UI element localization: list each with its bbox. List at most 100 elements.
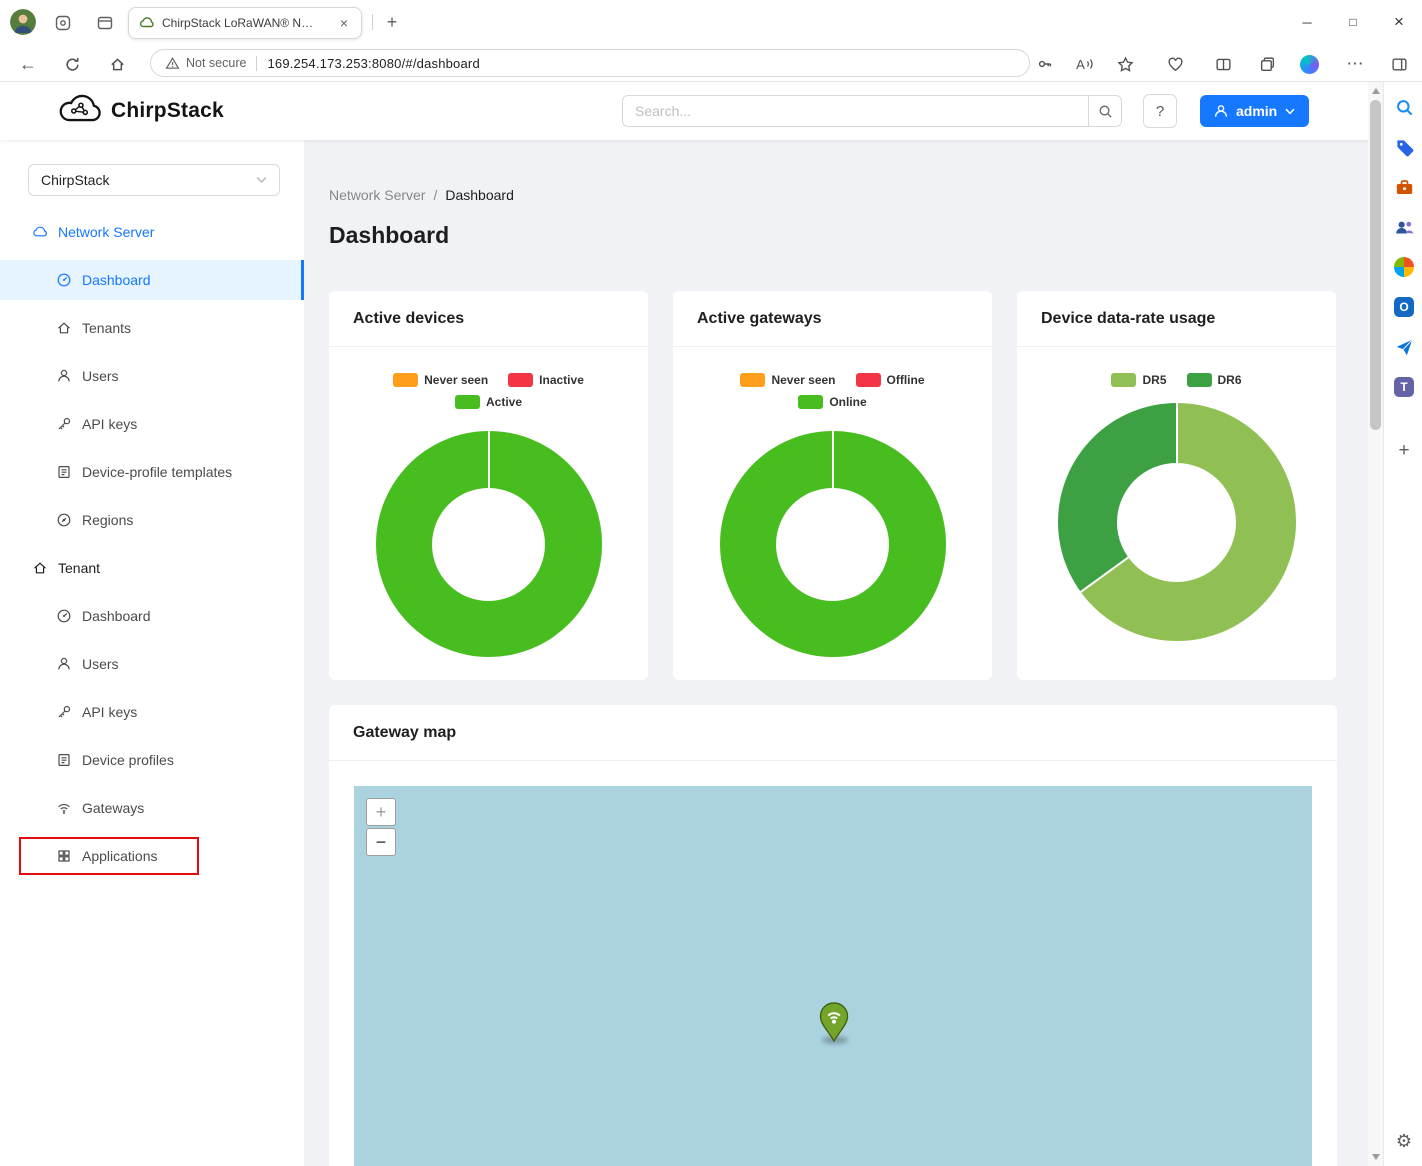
- sidebar-item-device-profiles[interactable]: Device profiles: [0, 740, 304, 780]
- dashboard-icon: [56, 272, 72, 288]
- sidebar-item-label: Device-profile templates: [82, 464, 232, 480]
- close-button[interactable]: ×: [1376, 0, 1422, 44]
- legend-item-online[interactable]: Online: [798, 395, 866, 409]
- scroll-down-arrow[interactable]: [1372, 1154, 1380, 1160]
- sidebar-item-ns-users[interactable]: Users: [0, 356, 304, 396]
- sidebar-item-gateways[interactable]: Gateways: [0, 788, 304, 828]
- sidebar-item-ns-dashboard[interactable]: Dashboard: [0, 260, 304, 300]
- add-app-icon[interactable]: +: [1393, 440, 1415, 462]
- active-devices-card: Active devices Never seen Inactive: [329, 291, 648, 680]
- compass-icon: [56, 512, 72, 528]
- sidebar-group-tenant[interactable]: Tenant: [0, 548, 304, 588]
- sidebar-item-label: Regions: [82, 512, 133, 528]
- legend-item-dr5[interactable]: DR5: [1111, 373, 1166, 387]
- address-divider: [256, 56, 257, 71]
- sidebar-item-label: Users: [82, 656, 119, 672]
- browser-essentials-icon[interactable]: [1162, 51, 1188, 77]
- breadcrumb-separator: /: [433, 184, 437, 206]
- teams-icon[interactable]: T: [1393, 376, 1415, 398]
- legend-swatch: [455, 395, 480, 409]
- legend-item-dr6[interactable]: DR6: [1187, 373, 1242, 387]
- user-name: admin: [1236, 103, 1277, 119]
- active-devices-legend: Never seen Inactive Active: [393, 369, 584, 413]
- people-icon[interactable]: [1393, 216, 1415, 238]
- address-bar[interactable]: Not secure 169.254.173.253:8080/#/dashbo…: [150, 49, 1030, 77]
- active-devices-donut[interactable]: [376, 431, 602, 657]
- sidebar-item-label: Applications: [82, 848, 158, 864]
- data-rate-donut[interactable]: [1058, 403, 1296, 641]
- browser-window: ChirpStack LoRaWAN® Network × + ─ □ × ← …: [0, 0, 1422, 1166]
- more-menu-icon[interactable]: ⋯: [1342, 51, 1368, 77]
- gateway-marker[interactable]: [819, 1002, 849, 1042]
- scroll-up-arrow[interactable]: [1372, 88, 1380, 94]
- browser-tab[interactable]: ChirpStack LoRaWAN® Network ×: [128, 7, 362, 39]
- split-screen-icon[interactable]: [1210, 51, 1236, 77]
- template-icon: [56, 752, 72, 768]
- legend-item-inactive[interactable]: Inactive: [508, 373, 584, 387]
- legend-item-offline[interactable]: Offline: [856, 373, 925, 387]
- tab-actions-icon[interactable]: [94, 12, 116, 34]
- active-gateways-donut[interactable]: [720, 431, 946, 657]
- home-icon[interactable]: [104, 51, 130, 77]
- legend-item-never-seen[interactable]: Never seen: [740, 373, 835, 387]
- chirpstack-logo[interactable]: ChirpStack: [57, 94, 224, 127]
- help-button[interactable]: ?: [1143, 94, 1177, 128]
- bing-search-icon[interactable]: [1393, 96, 1415, 118]
- card-title: Gateway map: [329, 705, 1337, 761]
- home-icon: [56, 320, 72, 336]
- grid-icon: [56, 848, 72, 864]
- dashboard-icon: [56, 608, 72, 624]
- sidebar-item-tenant-dashboard[interactable]: Dashboard: [0, 596, 304, 636]
- zoom-out-button[interactable]: −: [366, 828, 396, 856]
- refresh-icon[interactable]: [59, 51, 85, 77]
- sidebar-menu: Network Server Dashboard Tenants: [0, 212, 304, 884]
- sidebar-item-ns-api-keys[interactable]: API keys: [0, 404, 304, 444]
- tab-close-button[interactable]: ×: [335, 14, 353, 32]
- legend-item-active[interactable]: Active: [455, 395, 522, 409]
- new-tab-button[interactable]: +: [380, 10, 404, 34]
- shopping-icon[interactable]: [1393, 136, 1415, 158]
- user-icon: [1214, 104, 1228, 118]
- favorites-star-icon[interactable]: [1112, 51, 1138, 77]
- collections-icon[interactable]: [1254, 51, 1280, 77]
- sidebar-item-tenant-api-keys[interactable]: API keys: [0, 692, 304, 732]
- search-input[interactable]: [622, 95, 1088, 127]
- search-button[interactable]: [1088, 95, 1122, 127]
- legend-swatch: [1187, 373, 1212, 387]
- search-icon: [1098, 104, 1113, 119]
- card-title: Device data-rate usage: [1017, 291, 1336, 347]
- maximize-button[interactable]: □: [1330, 0, 1376, 44]
- profile-avatar[interactable]: [10, 9, 36, 35]
- sidebar-item-tenants[interactable]: Tenants: [0, 308, 304, 348]
- outlook-icon[interactable]: O: [1393, 296, 1415, 318]
- sidebar-item-device-profile-templates[interactable]: Device-profile templates: [0, 452, 304, 492]
- read-aloud-icon[interactable]: A: [1072, 51, 1098, 77]
- password-key-icon[interactable]: [1032, 51, 1058, 77]
- legend-item-never-seen[interactable]: Never seen: [393, 373, 488, 387]
- settings-icon[interactable]: ⚙: [1393, 1130, 1415, 1152]
- breadcrumb: Network Server / Dashboard: [329, 184, 1368, 206]
- scrollbar-thumb[interactable]: [1370, 100, 1381, 430]
- chevron-down-icon: [1285, 108, 1295, 115]
- page-scrollbar[interactable]: [1368, 82, 1383, 1166]
- sidebar-item-tenant-users[interactable]: Users: [0, 644, 304, 684]
- user-menu-button[interactable]: admin: [1200, 95, 1309, 127]
- workspaces-icon[interactable]: [52, 12, 74, 34]
- sidebar-item-applications[interactable]: Applications: [0, 836, 304, 876]
- drop-icon[interactable]: [1393, 336, 1415, 358]
- tools-icon[interactable]: [1393, 176, 1415, 198]
- sidebar-panel-icon[interactable]: [1386, 51, 1412, 77]
- gateway-map[interactable]: + −: [354, 786, 1312, 1166]
- app-sidebar: ChirpStack Network Server: [0, 140, 305, 1166]
- minimize-button[interactable]: ─: [1284, 0, 1330, 44]
- key-icon: [56, 416, 72, 432]
- zoom-in-button[interactable]: +: [366, 798, 396, 826]
- sidebar-group-network-server[interactable]: Network Server: [0, 212, 304, 252]
- data-rate-usage-card: Device data-rate usage DR5 DR6: [1017, 291, 1336, 680]
- sidebar-item-regions[interactable]: Regions: [0, 500, 304, 540]
- microsoft365-icon[interactable]: [1393, 256, 1415, 278]
- back-icon[interactable]: ←: [15, 51, 41, 77]
- breadcrumb-parent[interactable]: Network Server: [329, 184, 425, 206]
- copilot-icon[interactable]: [1296, 51, 1322, 77]
- organization-select[interactable]: ChirpStack: [28, 164, 280, 196]
